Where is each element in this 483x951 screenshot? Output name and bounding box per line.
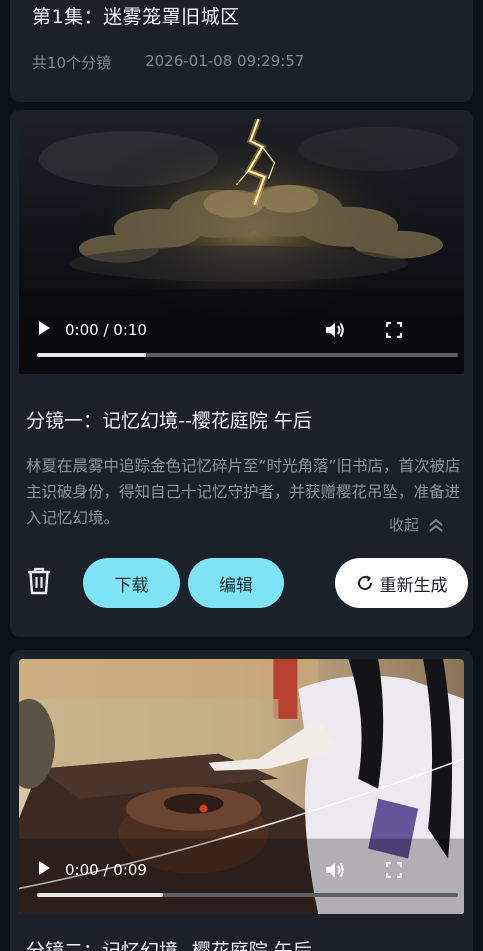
episode-card: 第1集：迷雾笼罩旧城区 共10个分镜 2026-01-08 09:29:57 — [10, 0, 473, 102]
edit-button[interactable]: 编辑 — [188, 558, 284, 608]
shot-title: 分镜二：记忆幻境--樱花庭院 午后 — [26, 940, 312, 951]
video-progress-fill — [37, 893, 164, 897]
video-progress-bar[interactable] — [37, 353, 458, 357]
video-progress-fill — [37, 353, 147, 357]
collapse-label: 收起 — [388, 516, 419, 534]
video-controls: 0:00 / 0:09 — [19, 837, 464, 915]
episode-title: 第1集：迷雾笼罩旧城区 — [32, 6, 240, 28]
play-icon[interactable] — [39, 321, 50, 335]
video-player[interactable]: 0:00 / 0:09 — [19, 659, 464, 915]
video-player[interactable]: 0:00 / 0:10 — [19, 119, 464, 375]
video-controls: 0:00 / 0:10 — [19, 297, 464, 375]
episode-meta: 共10个分镜 2026-01-08 09:29:57 — [32, 52, 304, 73]
trash-icon[interactable] — [26, 567, 52, 595]
shot-title: 分镜一：记忆幻境--樱花庭院 午后 — [26, 410, 312, 432]
video-time: 0:00 / 0:09 — [65, 861, 147, 879]
regenerate-label: 重新生成 — [379, 575, 448, 596]
fullscreen-icon[interactable] — [386, 862, 402, 878]
episode-datetime: 2026-01-08 09:29:57 — [145, 52, 305, 70]
download-button[interactable]: 下载 — [83, 558, 180, 608]
chevron-up-icon — [429, 518, 443, 532]
collapse-toggle[interactable]: 收起 — [389, 514, 445, 535]
shot-count: 共10个分镜 — [32, 54, 112, 72]
volume-icon[interactable] — [324, 860, 346, 880]
shot-card: 0:00 / 0:10 分镜一：记忆幻境--樱花庭院 午后 林夏在晨雾中追踪金色… — [10, 110, 473, 637]
volume-icon[interactable] — [324, 320, 346, 340]
refresh-icon — [357, 575, 372, 591]
video-progress-bar[interactable] — [37, 893, 458, 897]
shot-card: 0:00 / 0:09 分镜二：记忆幻境--樱花庭院 午后 — [10, 650, 473, 951]
fullscreen-icon[interactable] — [386, 322, 402, 338]
video-time: 0:00 / 0:10 — [65, 321, 147, 339]
regenerate-button[interactable]: 重新生成 — [335, 558, 468, 608]
play-icon[interactable] — [39, 861, 50, 875]
